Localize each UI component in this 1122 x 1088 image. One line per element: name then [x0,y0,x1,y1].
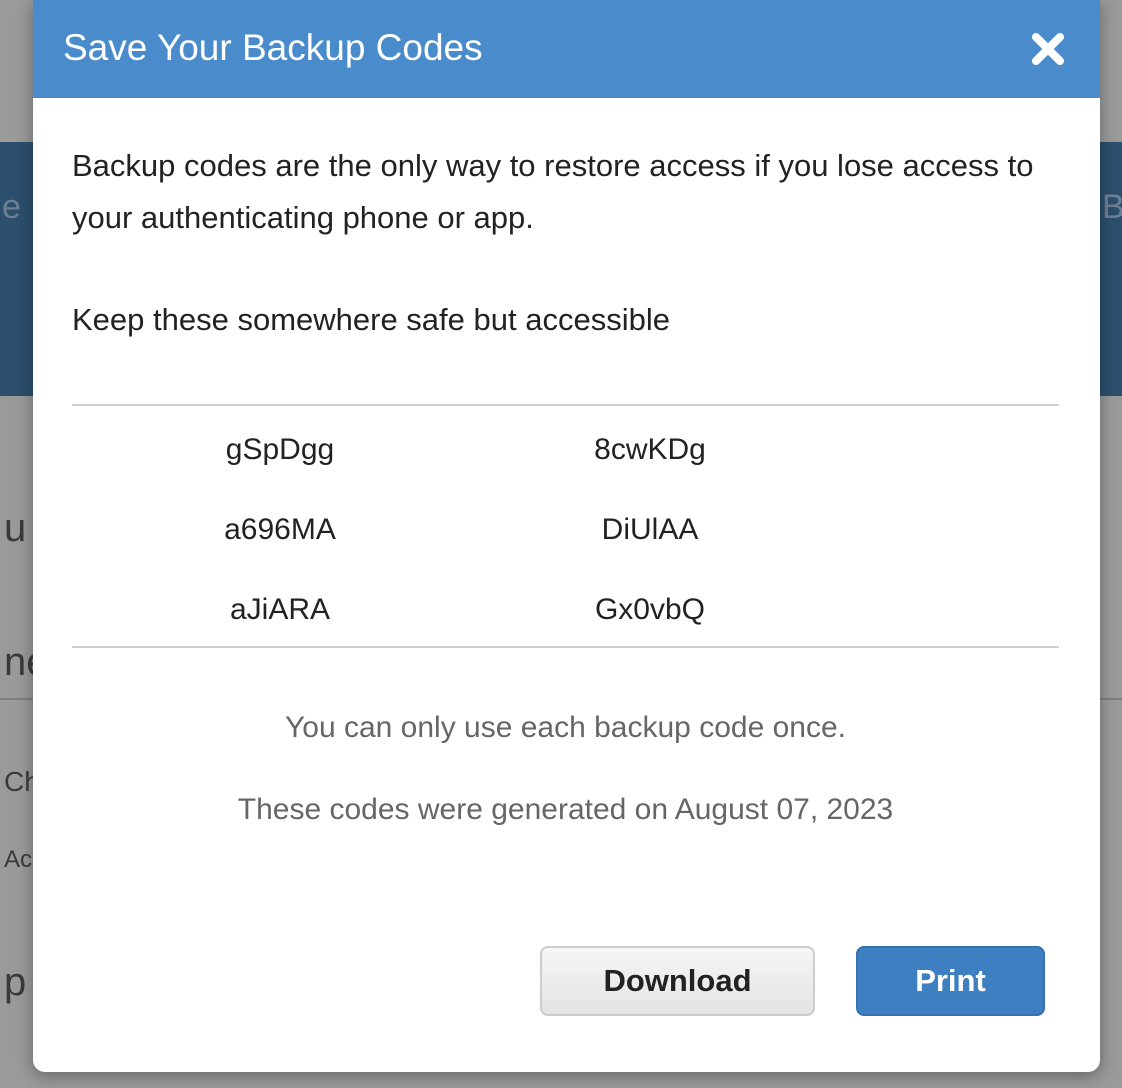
code-row: a696MA DiUlAA [72,498,1059,578]
single-use-note: You can only use each backup code once. [285,711,846,744]
backup-code: 8cwKDg [594,433,706,466]
code-row: gSpDgg 8cwKDg [72,418,1059,498]
background-text-fragment: p [4,960,27,1004]
close-button[interactable] [1023,24,1073,74]
download-button[interactable]: Download [540,946,815,1016]
backup-code: gSpDgg [225,433,335,466]
background-text-fragment: u [4,506,27,550]
generated-date-note: These codes were generated on August 07,… [237,793,894,826]
background-text-fragment: Ac [4,846,33,873]
backup-codes-modal: Save Your Backup Codes Backup codes are … [33,0,1100,1072]
keep-safe-text: Keep these somewhere safe but accessible [72,302,670,337]
backup-code: aJiARA [229,593,331,626]
close-icon [1032,33,1064,65]
codes-bottom-divider [72,646,1059,648]
modal-body: Backup codes are the only way to restore… [72,140,1059,826]
backup-code: DiUlAA [601,513,699,546]
modal-header: Save Your Backup Codes [33,0,1100,98]
print-button[interactable]: Print [856,946,1045,1016]
background-text-fragment: e [2,188,21,226]
modal-title: Save Your Backup Codes [63,27,483,68]
intro-text: Backup codes are the only way to restore… [72,148,1034,235]
background-text-fragment: Bu [1102,188,1122,226]
backup-code: Gx0vbQ [594,593,706,626]
backup-code: a696MA [224,513,336,546]
backup-codes-list: gSpDgg 8cwKDg a696MA DiUlAA aJiARA Gx0vb… [72,418,1059,658]
codes-top-divider [72,404,1059,406]
